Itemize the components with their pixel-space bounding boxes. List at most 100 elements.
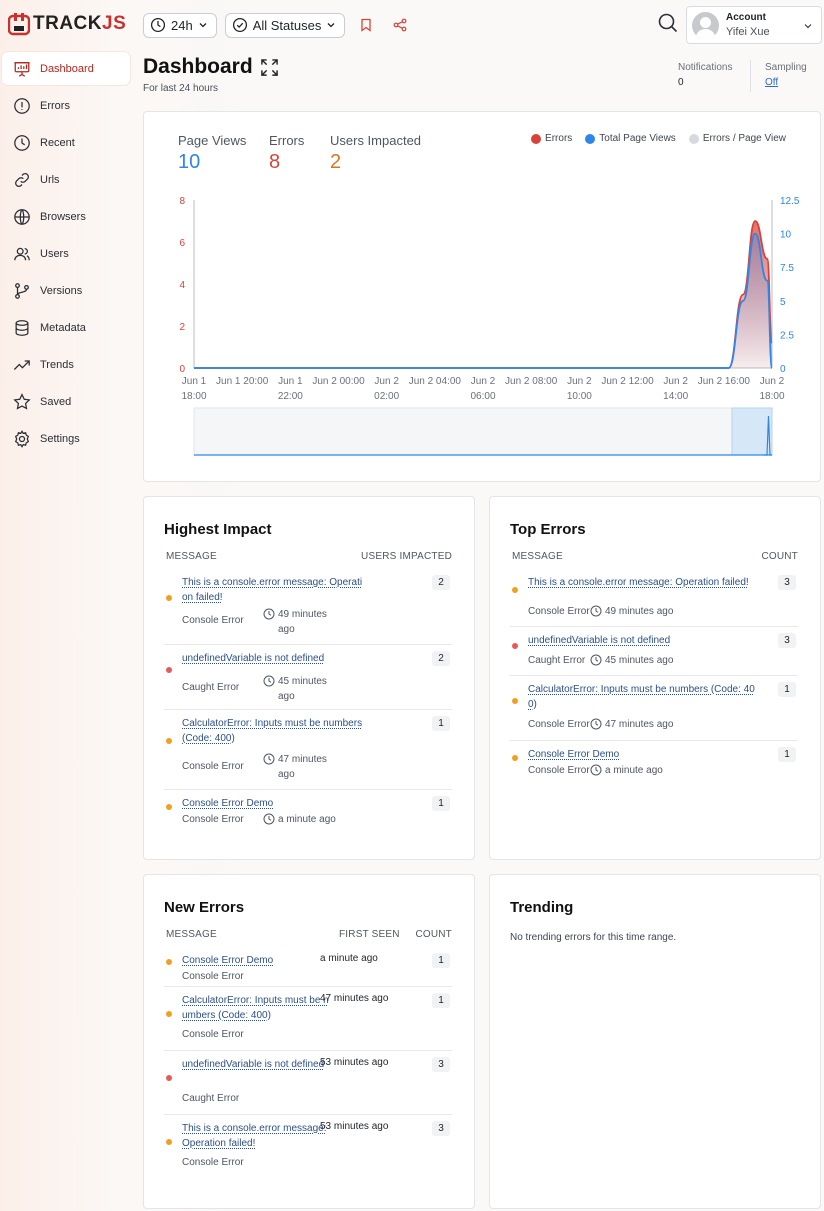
share-button[interactable] [387, 12, 413, 38]
sidebar-item-errors[interactable]: Errors [2, 89, 130, 122]
error-message-link[interactable]: undefinedVariable is not defined [182, 1057, 334, 1072]
list-item[interactable]: This is a console.error message: Operati… [164, 569, 452, 645]
list-item[interactable]: This is a console.error message: Operati… [164, 1115, 452, 1179]
error-message-link[interactable]: This is a console.error message: Operati… [182, 1121, 334, 1151]
error-message-link[interactable]: This is a console.error message: Operati… [182, 575, 364, 605]
sidebar-item-metadata[interactable]: Metadata [2, 311, 130, 344]
timeseries-chart[interactable]: 0 2 4 6 8 0 2.5 5 7.5 10 12.5 Jun 1 18:00 Jun 1 20:00… [144, 112, 822, 483]
expand-icon [261, 59, 278, 76]
list-item[interactable]: Console Error Demo Console Error a minute … [164, 947, 452, 987]
error-message-link[interactable]: undefinedVariable is not defined [182, 651, 364, 666]
x-tick-label: 22:00 [278, 391, 303, 402]
list-item[interactable]: undefinedVariable is not defined Caught E… [164, 645, 452, 710]
link-icon [15, 172, 29, 187]
error-message-link[interactable]: CalculatorError: Inputs must be numbers … [528, 682, 760, 712]
notifications-info: Notifications 0 [678, 60, 732, 90]
sidebar-nav: Dashboard Errors Recent Urls Browsers Us… [2, 52, 130, 459]
last-seen-text: 45 minutes ago [605, 655, 674, 666]
sidebar-item-urls[interactable]: Urls [2, 163, 130, 196]
last-seen: 45 minutes ago [590, 653, 730, 668]
error-message-link[interactable]: CalculatorError: Inputs must be numbers … [182, 993, 334, 1023]
list-item[interactable]: CalculatorError: Inputs must be numbers … [510, 676, 798, 741]
count-badge: 1 [432, 796, 450, 811]
sidebar-item-versions[interactable]: Versions [2, 274, 130, 307]
clock-icon [263, 813, 275, 825]
card-title: Top Errors [510, 521, 586, 538]
error-message-link[interactable]: This is a console.error message: Operati… [528, 575, 760, 590]
sidebar-item-label: Browsers [40, 210, 86, 223]
chevron-down-icon [199, 23, 207, 28]
sidebar-item-label: Recent [40, 136, 75, 149]
first-seen: a minute ago [320, 953, 378, 964]
sidebar-item-dashboard[interactable]: Dashboard [2, 52, 130, 85]
list-item[interactable]: Console Error Demo Console Error a minute … [164, 790, 452, 832]
card-title: Highest Impact [164, 521, 272, 538]
account-menu[interactable]: Account Yifei Xue [686, 6, 822, 44]
logo-wordmark: TRACKJS [33, 13, 127, 34]
x-tick-label: 02:00 [374, 391, 399, 402]
card-title: Trending [510, 899, 574, 916]
list-item[interactable]: CalculatorError: Inputs must be numbers … [164, 710, 452, 790]
y-right-tick-label: 12.5 [780, 196, 800, 207]
error-message-link[interactable]: undefinedVariable is not defined [528, 633, 760, 648]
severity-dot [166, 595, 172, 601]
x-tick-label: Jun 2 [471, 376, 496, 387]
sidebar-item-recent[interactable]: Recent [2, 126, 130, 159]
search-button[interactable] [657, 12, 681, 36]
trackjs-logo[interactable]: TRACKJS [8, 12, 126, 36]
error-type: Console Error [182, 814, 244, 825]
error-message-link[interactable]: Console Error Demo [528, 747, 760, 762]
y-left-tick-label: 2 [179, 322, 185, 333]
last-seen: 49 minutes ago [263, 607, 341, 637]
status-filter-select[interactable]: All Statuses [224, 12, 346, 38]
sidebar-item-users[interactable]: Users [2, 237, 130, 270]
count-badge: 2 [432, 651, 450, 666]
error-message-link[interactable]: Console Error Demo [182, 953, 334, 968]
error-type: Console Error [182, 761, 244, 772]
error-message-link[interactable]: CalculatorError: Inputs must be numbers … [182, 716, 364, 746]
trending-empty-message: No trending errors for this time range. [510, 932, 677, 943]
time-range-select[interactable]: 24h [143, 12, 217, 38]
list-item[interactable]: Console Error Demo Console Error a minute … [510, 741, 798, 785]
x-tick-label: Jun 1 [182, 376, 207, 387]
list-item[interactable]: CalculatorError: Inputs must be numbers … [164, 987, 452, 1051]
count-badge: 1 [778, 747, 796, 762]
clock-icon [14, 134, 30, 151]
sidebar-item-label: Users [40, 247, 69, 260]
sidebar-item-label: Settings [40, 432, 80, 445]
sidebar-item-settings[interactable]: Settings [2, 422, 130, 455]
x-tick-label: 06:00 [470, 391, 495, 402]
last-seen: 47 minutes ago [590, 717, 730, 732]
last-seen-text: 49 minutes ago [278, 609, 327, 635]
search-icon [658, 13, 678, 33]
last-seen-text: 47 minutes ago [278, 754, 327, 780]
list-item[interactable]: undefinedVariable is not defined Caught E… [510, 627, 798, 676]
overview-chart-card: Page Views 10 Errors 8 Users Impacted 2 … [143, 111, 821, 482]
sidebar-item-saved[interactable]: Saved [2, 385, 130, 418]
first-seen: 53 minutes ago [320, 1057, 389, 1068]
alert-circle-icon [14, 97, 30, 114]
notifications-label: Notifications [678, 62, 733, 73]
highest-impact-card: Highest Impact MESSAGE USERS IMPACTED Th… [143, 496, 475, 860]
sidebar-item-trends[interactable]: Trends [2, 348, 130, 381]
count-badge: 3 [432, 1057, 450, 1072]
sampling-link[interactable]: Off [765, 77, 778, 88]
list-item[interactable]: undefinedVariable is not defined Caught E… [164, 1051, 452, 1115]
y-right-tick-label: 10 [780, 230, 792, 241]
clock-icon [263, 753, 275, 765]
page-subtitle: For last 24 hours [143, 83, 219, 94]
sidebar-item-browsers[interactable]: Browsers [2, 200, 130, 233]
range-navigator [193, 407, 773, 456]
x-tick-label: Jun 2 [374, 376, 399, 387]
clock-icon [263, 675, 275, 687]
new-errors-card: New Errors MESSAGE FIRST SEEN COUNT Cons… [143, 874, 475, 1209]
error-message-link[interactable]: Console Error Demo [182, 796, 364, 811]
x-tick-label: Jun 2 [663, 376, 688, 387]
filter-toolbar: 24h All Statuses [143, 12, 413, 38]
severity-dot [166, 1139, 172, 1145]
range-navigator-selection [731, 407, 773, 456]
list-item[interactable]: This is a console.error message: Operati… [510, 569, 798, 627]
fullscreen-button[interactable] [260, 58, 279, 80]
error-type: Console Error [182, 615, 244, 626]
bookmark-button[interactable] [353, 12, 379, 38]
